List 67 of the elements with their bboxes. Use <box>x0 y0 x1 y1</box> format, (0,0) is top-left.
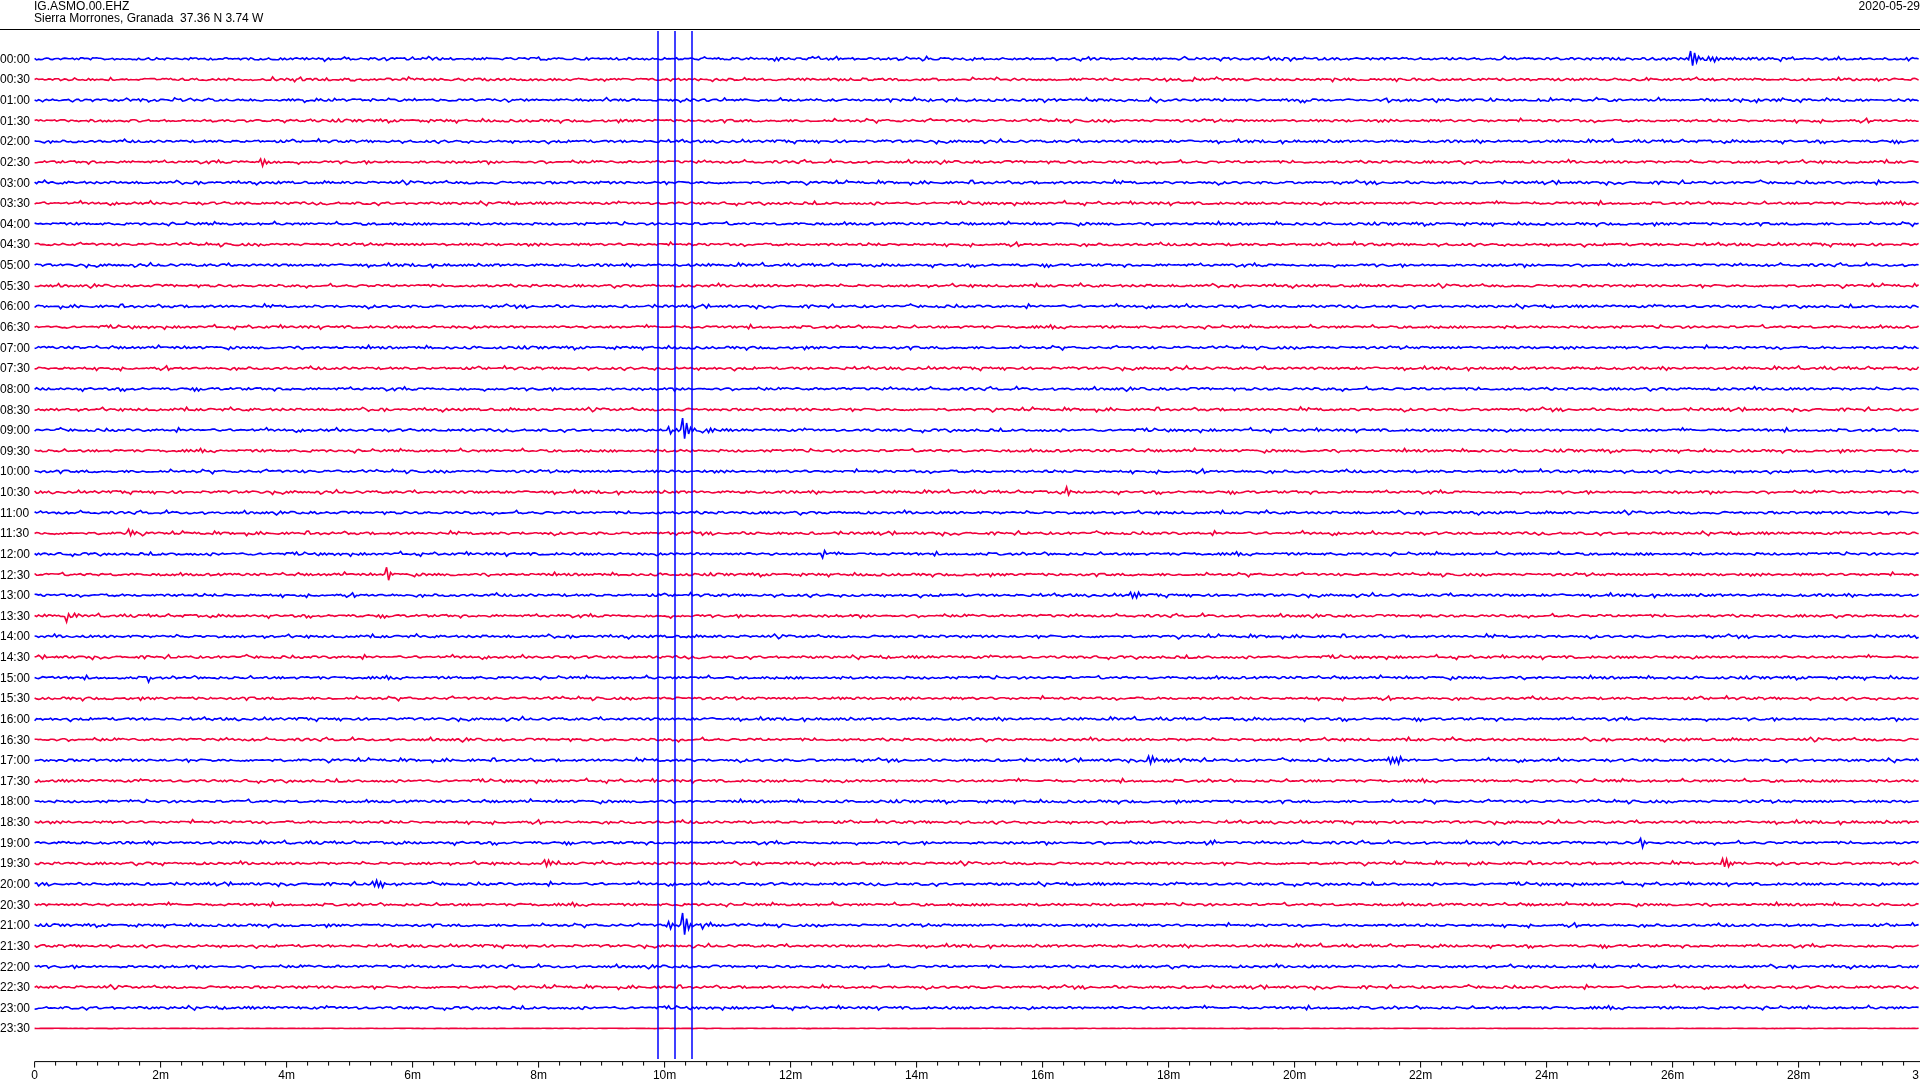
time-label: 04:00 <box>0 216 31 231</box>
time-label: 11:30 <box>0 526 30 541</box>
axis-tick-label: 20m <box>1282 1067 1307 1080</box>
time-label: 13:30 <box>0 608 31 623</box>
axis-tick-label: 14m <box>904 1067 929 1080</box>
time-label: 23:00 <box>0 1000 31 1015</box>
time-label: 00:00 <box>0 51 31 66</box>
time-label: 14:30 <box>0 650 31 665</box>
time-label: 05:00 <box>0 258 31 273</box>
date-label: 2020-05-29 <box>1858 0 1920 15</box>
time-label: 18:30 <box>0 815 31 830</box>
time-label: 06:30 <box>0 320 31 334</box>
time-label: 10:00 <box>0 464 31 479</box>
time-label: 12:30 <box>0 567 31 582</box>
time-label: 09:30 <box>0 443 31 458</box>
time-label: 03:30 <box>0 196 31 211</box>
axis-tick-label: 24m <box>1534 1067 1559 1080</box>
station-code: IG.ASMO.00.EHZ <box>34 0 131 12</box>
time-label: 10:30 <box>0 485 31 500</box>
time-label: 06:00 <box>0 299 31 314</box>
time-label: 05:30 <box>0 278 31 293</box>
axis-tick-label: 28m <box>1786 1067 1811 1080</box>
time-label: 12:00 <box>0 546 31 561</box>
axis-tick-label: 26m <box>1660 1067 1685 1080</box>
time-label: 21:00 <box>0 918 31 933</box>
time-label: 07:30 <box>0 361 31 376</box>
time-label: 20:30 <box>0 897 31 912</box>
time-label: 11:00 <box>0 505 30 520</box>
time-label: 16:30 <box>0 732 31 747</box>
time-label: 18:00 <box>0 794 31 809</box>
time-label: 17:30 <box>0 773 31 788</box>
axis-tick-label: 3 <box>1912 1067 1919 1080</box>
time-label: 04:30 <box>0 237 31 252</box>
time-label: 00:30 <box>0 72 31 87</box>
time-label: 08:00 <box>0 381 31 396</box>
time-label: 14:00 <box>0 629 31 644</box>
time-label: 01:00 <box>0 93 31 108</box>
axis-tick-label: 22m <box>1408 1067 1433 1080</box>
time-label: 07:00 <box>0 340 31 355</box>
time-label: 22:00 <box>0 959 31 974</box>
time-label: 08:30 <box>0 402 31 417</box>
axis-tick-label: 8m <box>530 1067 547 1080</box>
time-label: 20:00 <box>0 877 31 891</box>
axis-tick-label: 10m <box>652 1067 677 1080</box>
time-label: 19:30 <box>0 856 31 871</box>
time-label: 19:00 <box>0 835 31 850</box>
axis-tick-label: 0 <box>31 1067 38 1080</box>
time-label: 23:30 <box>0 1021 31 1036</box>
time-label: 17:00 <box>0 753 31 768</box>
time-label: 09:00 <box>0 423 31 438</box>
time-label: 16:00 <box>0 711 31 726</box>
time-label: 02:00 <box>0 134 31 149</box>
axis-tick-label: 18m <box>1156 1067 1181 1080</box>
axis-tick-label: 6m <box>404 1067 421 1080</box>
axis-tick-label: 2m <box>152 1067 169 1080</box>
time-label: 13:00 <box>0 588 31 603</box>
time-label: 03:00 <box>0 175 31 190</box>
axis-tick-label: 12m <box>778 1067 803 1080</box>
station-location: Sierra Morrones, Granada 37.36 N 3.74 W <box>34 12 264 24</box>
time-label: 22:30 <box>0 980 31 995</box>
time-label: 15:00 <box>0 670 31 685</box>
axis-tick-label: 16m <box>1030 1067 1055 1080</box>
time-label: 02:30 <box>0 154 31 169</box>
time-label: 01:30 <box>0 113 31 128</box>
time-label: 21:30 <box>0 938 31 953</box>
axis-tick-label: 4m <box>278 1067 295 1080</box>
time-label: 15:30 <box>0 691 31 706</box>
